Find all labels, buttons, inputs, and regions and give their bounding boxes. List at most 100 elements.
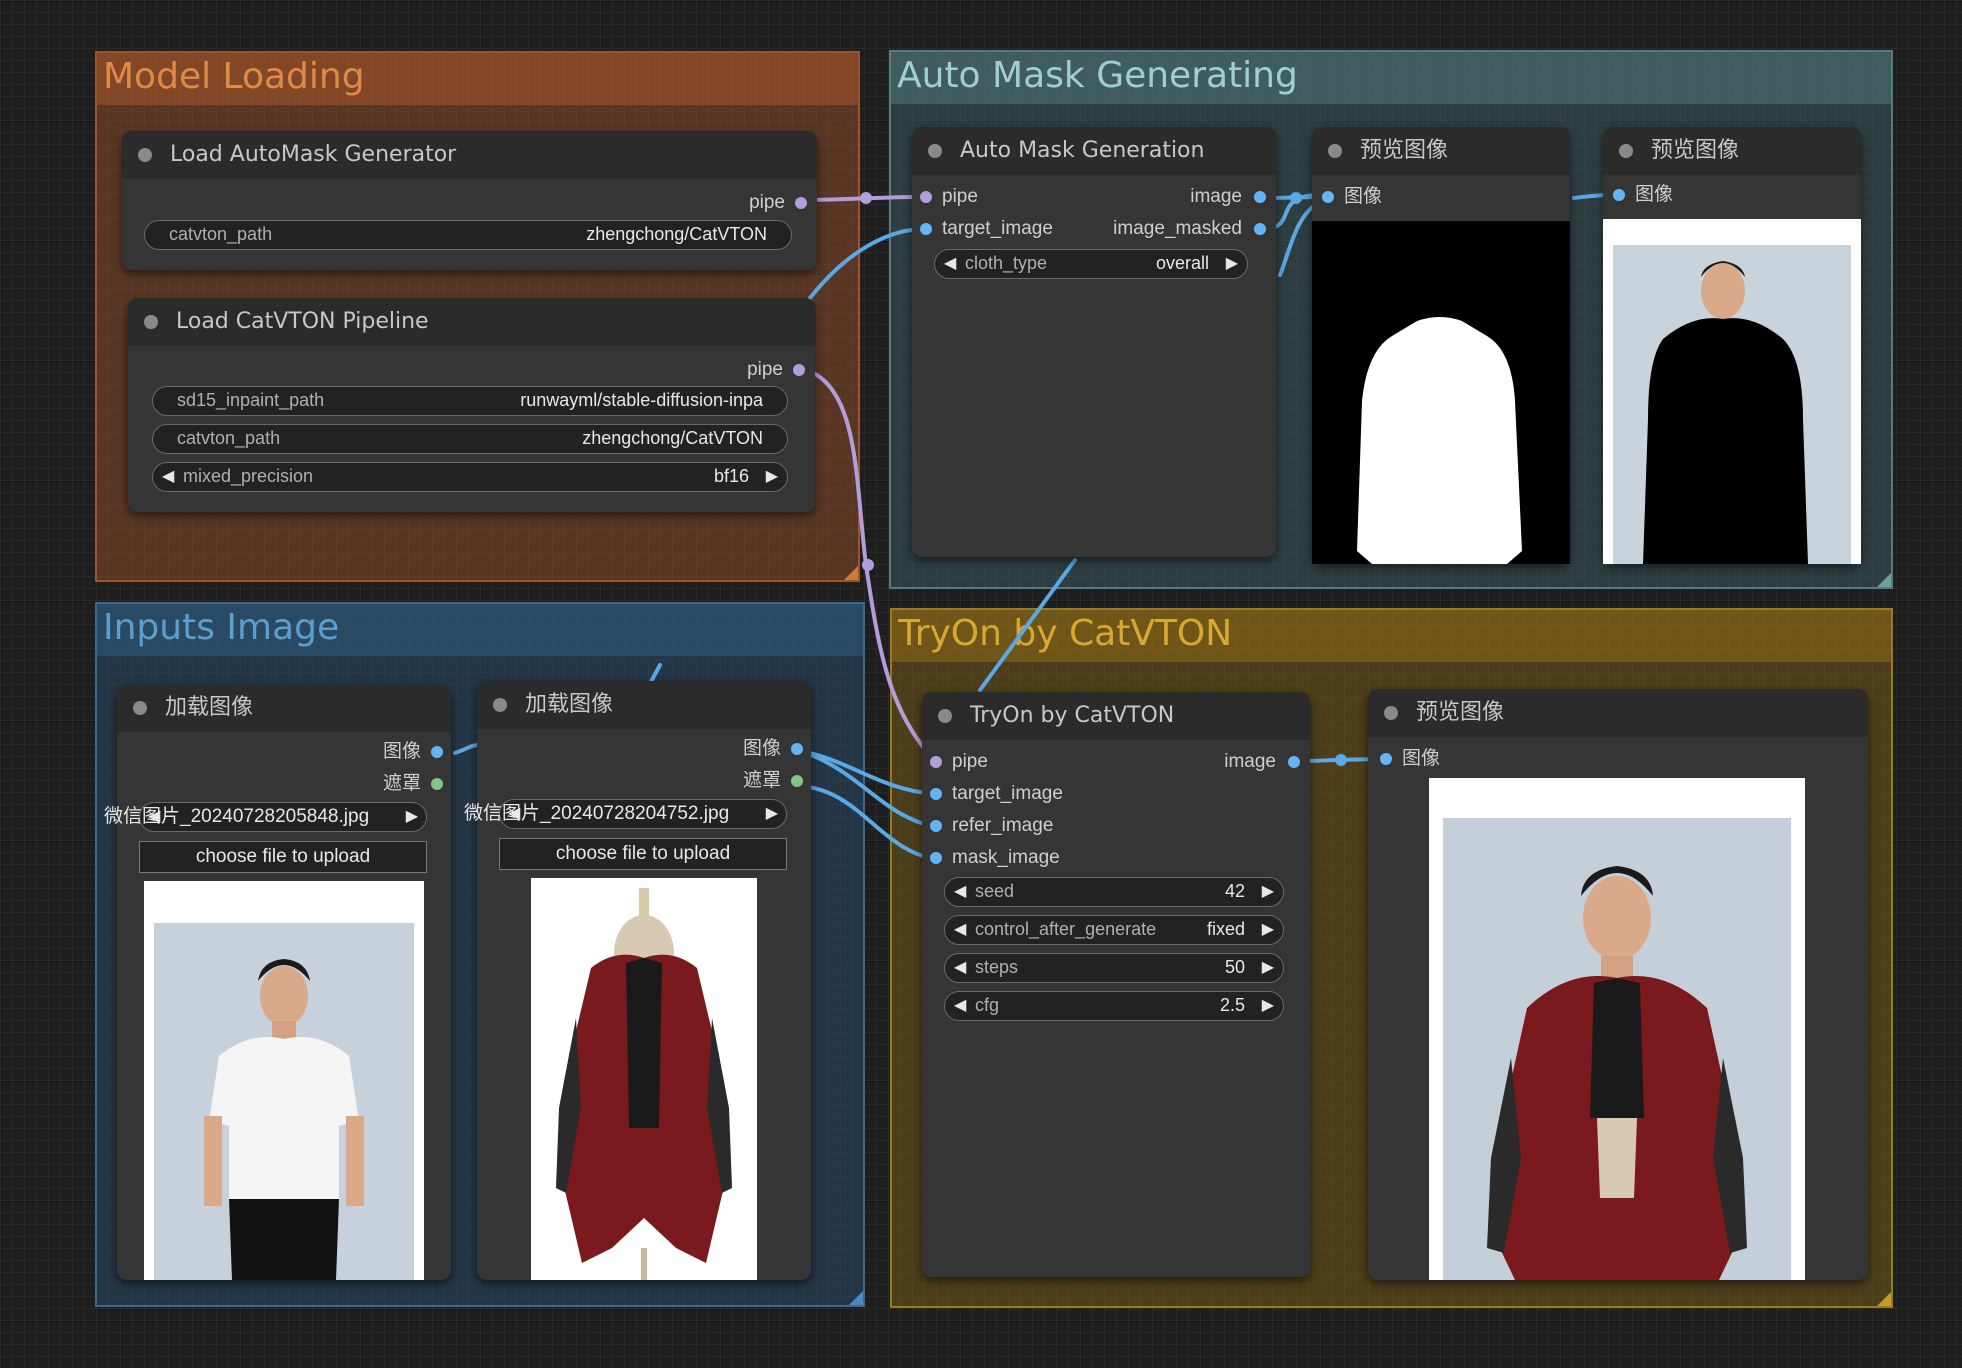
node-title[interactable]: 加载图像 [117, 684, 451, 732]
cloth-type-combo[interactable]: ◀ cloth_type overall ▶ [934, 249, 1248, 279]
collapse-dot-icon[interactable] [1619, 144, 1633, 158]
input-image-label: 图像 [1402, 748, 1441, 769]
collapse-dot-icon[interactable] [1384, 706, 1398, 720]
node-title[interactable]: 加载图像 [477, 681, 811, 729]
output-image-label: image [1190, 186, 1242, 207]
input-pipe-socket[interactable] [930, 756, 942, 768]
steps-stepper[interactable]: ◀ steps 50 ▶ [944, 953, 1284, 983]
seed-stepper[interactable]: ◀ seed 42 ▶ [944, 877, 1284, 907]
collapse-dot-icon[interactable] [138, 148, 152, 162]
collapse-dot-icon[interactable] [938, 709, 952, 723]
widget-value: fixed [1206, 919, 1245, 939]
node-preview-masked[interactable]: 预览图像 图像 [1603, 127, 1861, 564]
widget-value: 2.5 [1219, 995, 1245, 1015]
node-tryon[interactable]: TryOn by CatVTON pipe target_image refer… [922, 692, 1310, 1277]
widget-label: mixed_precision [183, 466, 314, 486]
collapse-dot-icon[interactable] [133, 701, 147, 715]
image-file-value: 微信图片_20240728205848.jpg [104, 806, 370, 827]
widget-label: seed [975, 881, 1015, 901]
output-masked-socket[interactable] [1254, 223, 1266, 235]
group-title-auto-mask: Auto Mask Generating [897, 55, 1298, 96]
node-preview-result[interactable]: 预览图像 图像 [1368, 689, 1868, 1280]
mixed-precision-combo[interactable]: ◀ mixed_precision bf16 ▶ [152, 462, 788, 492]
arrow-left-icon[interactable]: ◀ [954, 916, 966, 943]
arrow-right-icon[interactable]: ▶ [1262, 954, 1274, 981]
arrow-left-icon[interactable]: ◀ [954, 992, 966, 1019]
arrow-left-icon[interactable]: ◀ [162, 463, 174, 490]
arrow-right-icon[interactable]: ▶ [406, 806, 418, 826]
upload-button[interactable]: choose file to upload [499, 838, 787, 870]
node-load-image-1[interactable]: 加载图像 图像 遮罩 ◀ ▶ 微信图片_20240728205848.jpg c… [104, 684, 451, 1280]
input-target-socket[interactable] [930, 788, 942, 800]
widget-value: runwayml/stable-diffusion-inpa [520, 390, 763, 410]
collapse-dot-icon[interactable] [928, 144, 942, 158]
output-mask-socket[interactable] [431, 778, 443, 790]
output-pipe-socket[interactable] [795, 197, 807, 209]
arrow-right-icon[interactable]: ▶ [766, 463, 778, 490]
widget-value: zhengchong/CatVTON [582, 428, 763, 448]
widget-label: control_after_generate [975, 919, 1157, 939]
group-title-tryon: TryOn by CatVTON [898, 613, 1233, 654]
input-image-socket[interactable] [1380, 753, 1392, 765]
widget-label: catvton_path [177, 428, 281, 448]
collapse-dot-icon[interactable] [493, 698, 507, 712]
arrow-right-icon[interactable]: ▶ [766, 803, 778, 823]
input-pipe-label: pipe [952, 751, 988, 772]
node-load-catvton[interactable]: Load CatVTON Pipeline pipe sd15_inpaint_… [128, 298, 815, 512]
node-title[interactable]: Auto Mask Generation [912, 127, 1276, 175]
node-title[interactable]: Load AutoMask Generator [122, 131, 817, 179]
widget-label: catvton_path [169, 224, 273, 244]
output-pipe-socket[interactable] [793, 364, 805, 376]
arrow-right-icon[interactable]: ▶ [1226, 250, 1238, 277]
input-target-label: target_image [942, 218, 1053, 239]
arrow-right-icon[interactable]: ▶ [1262, 916, 1274, 943]
arrow-left-icon[interactable]: ◀ [954, 954, 966, 981]
upload-button[interactable]: choose file to upload [139, 841, 427, 873]
input-mask-label: mask_image [952, 847, 1060, 868]
collapse-dot-icon[interactable] [1328, 144, 1342, 158]
node-title[interactable]: Load CatVTON Pipeline [128, 298, 815, 346]
output-image-socket[interactable] [431, 746, 443, 758]
input-pipe-socket[interactable] [920, 191, 932, 203]
sd15-inpaint-path-field[interactable]: sd15_inpaint_path runwayml/stable-diffus… [152, 386, 788, 416]
arrow-right-icon[interactable]: ▶ [1262, 992, 1274, 1019]
output-image-socket[interactable] [1254, 191, 1266, 203]
output-mask-socket[interactable] [791, 775, 803, 787]
control-after-generate-combo[interactable]: ◀ control_after_generate fixed ▶ [944, 915, 1284, 945]
collapse-dot-icon[interactable] [144, 315, 158, 329]
input-target-label: target_image [952, 783, 1063, 804]
output-mask-label: 遮罩 [742, 770, 781, 791]
node-title[interactable]: TryOn by CatVTON [922, 692, 1310, 740]
catvton-path-field[interactable]: catvton_path zhengchong/CatVTON [152, 424, 788, 454]
node-load-image-2[interactable]: 加载图像 图像 遮罩 ◀ ▶ 微信图片_20240728204752.jpg c… [464, 681, 811, 1280]
node-title[interactable]: 预览图像 [1312, 127, 1570, 175]
arrow-left-icon[interactable]: ◀ [944, 250, 956, 277]
output-mask-label: 遮罩 [382, 773, 421, 794]
output-image-label: image [1224, 751, 1276, 772]
output-image-socket[interactable] [791, 743, 803, 755]
link-reroute-dot [862, 559, 874, 571]
input-mask-socket[interactable] [930, 852, 942, 864]
input-target-socket[interactable] [920, 223, 932, 235]
output-pipe-label: pipe [749, 192, 785, 213]
man-wearing-red-coat-photo [1429, 778, 1805, 1280]
input-refer-socket[interactable] [930, 820, 942, 832]
cfg-stepper[interactable]: ◀ cfg 2.5 ▶ [944, 991, 1284, 1021]
node-preview-mask[interactable]: 预览图像 图像 [1312, 127, 1570, 564]
input-pipe-label: pipe [942, 186, 978, 207]
input-image-socket[interactable] [1613, 189, 1625, 201]
arrow-right-icon[interactable]: ▶ [1262, 878, 1274, 905]
input-image-socket[interactable] [1322, 191, 1334, 203]
node-title[interactable]: 预览图像 [1603, 127, 1861, 175]
node-title[interactable]: 预览图像 [1368, 689, 1868, 737]
catvton-path-field[interactable]: catvton_path zhengchong/CatVTON [144, 220, 792, 250]
arrow-left-icon[interactable]: ◀ [954, 878, 966, 905]
output-image-label: 图像 [382, 741, 421, 762]
widget-value: bf16 [713, 466, 749, 486]
group-title-inputs-image: Inputs Image [103, 607, 340, 648]
node-load-automask[interactable]: Load AutoMask Generator pipe catvton_pat… [122, 131, 817, 270]
input-image-label: 图像 [1635, 184, 1674, 205]
node-auto-mask[interactable]: Auto Mask Generation pipe target_image i… [912, 127, 1276, 557]
widget-label: sd15_inpaint_path [177, 390, 325, 410]
output-image-socket[interactable] [1288, 756, 1300, 768]
